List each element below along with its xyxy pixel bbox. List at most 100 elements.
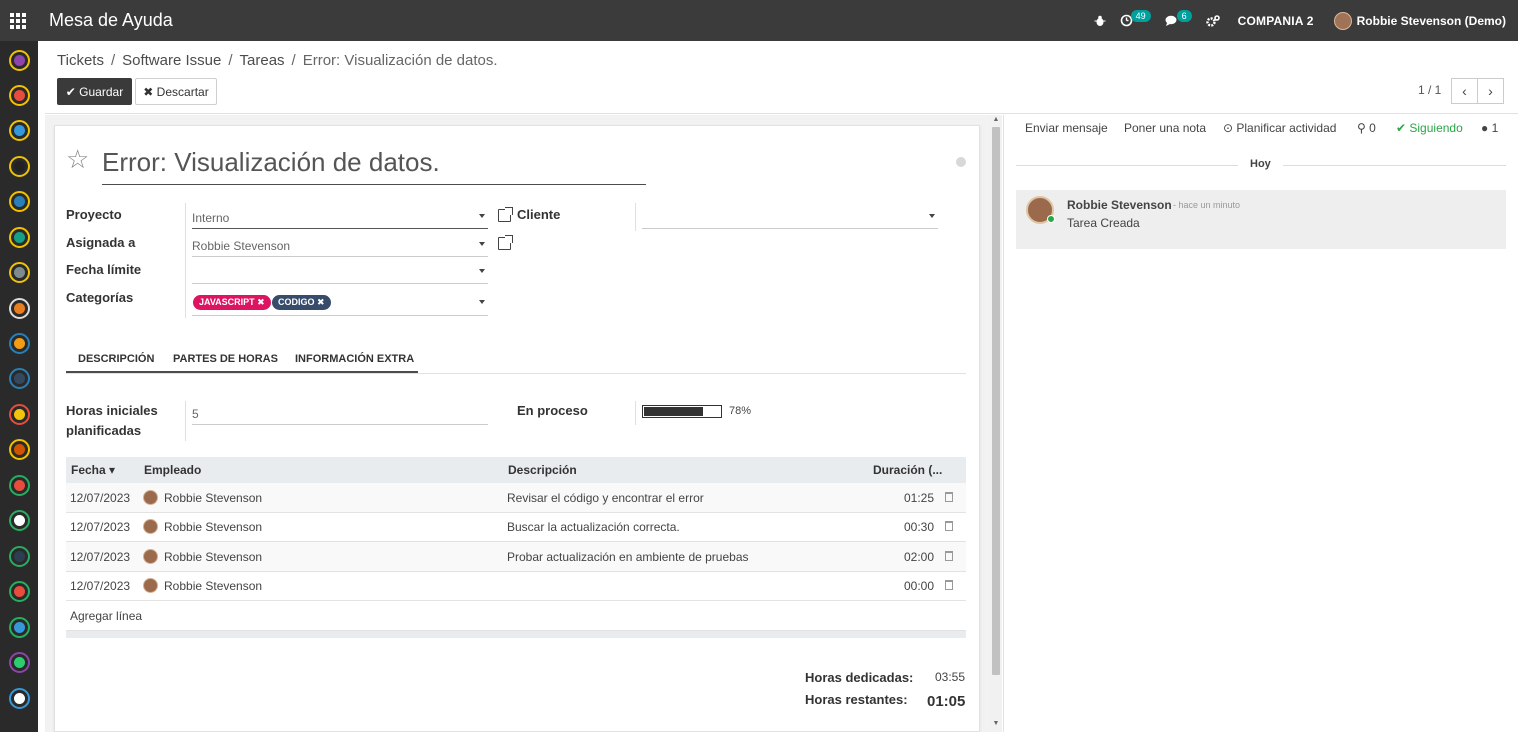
pager-next-button[interactable]: › [1477,78,1504,104]
chevron-down-icon[interactable] [929,214,935,218]
kanban-state-icon[interactable] [956,157,966,167]
chevron-down-icon[interactable] [479,269,485,273]
sidebar-app-icon-10[interactable] [9,368,30,389]
pager-previous-button[interactable]: ‹ [1451,78,1478,104]
log-note-button[interactable]: Poner una nota [1124,121,1206,135]
following-button[interactable]: ✔ Siguiendo [1396,121,1463,135]
label-divider [185,203,186,318]
scroll-down-icon[interactable]: ▼ [990,720,1002,730]
column-description[interactable]: Descripción [508,463,577,477]
client-field[interactable] [642,203,938,229]
company-switcher[interactable]: COMPANIA 2 [1238,14,1314,28]
planned-hours-input[interactable]: 5 [192,399,488,425]
user-icon: ● [1481,121,1489,135]
sidebar-app-icon-2[interactable] [9,85,30,106]
row-employee: Robbie Stevenson [164,550,263,564]
employee-avatar [143,578,158,593]
sidebar-app-icon-19[interactable] [9,688,30,709]
trash-icon[interactable] [945,580,953,590]
planned-hours-value: 5 [192,407,199,421]
breadcrumb-tareas[interactable]: Tareas [240,52,285,69]
attachments-button[interactable]: ⚲ 0 [1357,121,1376,135]
sidebar-app-icon-6[interactable] [9,227,30,248]
external-link-icon[interactable] [498,207,513,222]
trash-icon[interactable] [945,521,953,531]
assigned-field[interactable]: Robbie Stevenson [192,231,488,257]
row-date: 12/07/2023 [70,520,131,534]
table-row[interactable]: 12/07/2023 Robbie Stevenson Buscar la ac… [66,512,966,542]
row-duration: 00:30 [904,520,935,534]
chevron-down-icon[interactable] [479,214,485,218]
row-description: Probar actualización en ambiente de prue… [507,550,749,564]
sidebar-app-icon-1[interactable] [9,50,30,71]
user-menu[interactable]: Robbie Stevenson (Demo) [1333,11,1506,30]
send-message-button[interactable]: Enviar mensaje [1025,121,1108,135]
tab-descripcion[interactable]: DESCRIPCIÓN [78,353,154,365]
label-divider [185,401,186,441]
debug-bug-icon[interactable] [1094,15,1106,27]
notebook-tabs: DESCRIPCIÓN PARTES DE HORAS INFORMACIÓN … [66,347,966,374]
save-button[interactable]: ✔ Guardar [57,78,132,105]
scroll-thumb[interactable] [992,127,1000,675]
tab-informacion-extra[interactable]: INFORMACIÓN EXTRA [295,353,414,365]
table-row[interactable]: 12/07/2023 Robbie Stevenson Revisar el c… [66,483,966,513]
tab-partes-de-horas[interactable]: PARTES DE HORAS [173,353,278,365]
column-duration[interactable]: Duración (... [873,463,942,477]
trash-icon[interactable] [945,551,953,561]
sidebar-app-icon-11[interactable] [9,404,30,425]
column-employee[interactable]: Empleado [144,463,201,477]
chevron-down-icon[interactable] [479,242,485,246]
sidebar-app-icon-17[interactable] [9,617,30,638]
row-duration: 00:00 [904,579,935,593]
table-row[interactable]: 12/07/2023 Robbie Stevenson 00:00 [66,571,966,601]
deadline-field[interactable] [192,258,488,284]
priority-star-icon[interactable]: ☆ [66,146,89,172]
breadcrumb-tickets[interactable]: Tickets [57,52,104,69]
activities-clock-icon[interactable]: 49 [1120,9,1151,27]
trash-icon[interactable] [945,492,953,502]
row-duration: 02:00 [904,550,935,564]
sidebar-app-icon-5[interactable] [9,191,30,212]
settings-gears-icon[interactable] [1205,14,1220,27]
apps-menu-icon[interactable] [0,0,36,41]
assigned-label: Asignada a [66,235,136,250]
employee-avatar [143,490,158,505]
tag-javascript[interactable]: JAVASCRIPT ✖ [193,295,271,310]
row-date: 12/07/2023 [70,491,131,505]
sidebar-app-icon-18[interactable] [9,652,30,673]
project-field[interactable]: Interno [192,203,488,229]
followers-button[interactable]: ● 1 [1481,121,1498,135]
column-date[interactable]: Fecha ▾ [71,463,115,477]
chatter-panel: Enviar mensaje Poner una nota ⊙ Planific… [1003,115,1518,732]
form-scrollbar[interactable]: ▲ ▼ [990,115,1002,732]
pager-value[interactable]: 1 / 1 [1418,83,1441,97]
chevron-down-icon[interactable] [479,300,485,304]
sidebar-app-icon-7[interactable] [9,262,30,283]
sidebar-app-icon-4[interactable] [9,156,30,177]
sidebar-app-icon-9[interactable] [9,333,30,354]
employee-avatar [143,519,158,534]
breadcrumb-software-issue[interactable]: Software Issue [122,52,221,69]
external-link-icon[interactable] [498,235,513,250]
add-line-link[interactable]: Agregar línea [70,609,142,623]
discard-button[interactable]: ✖ Descartar [135,78,217,105]
sidebar-app-icon-8[interactable] [9,298,30,319]
schedule-activity-button[interactable]: ⊙ Planificar actividad [1223,121,1336,135]
messages-chat-icon[interactable]: 6 [1165,9,1192,27]
breadcrumb-separator: / [228,52,233,69]
message-author[interactable]: Robbie Stevenson [1067,198,1172,212]
sidebar-app-icon-13[interactable] [9,475,30,496]
project-label: Proyecto [66,207,122,222]
sidebar-app-icon-12[interactable] [9,439,30,460]
sidebar-app-icon-15[interactable] [9,546,30,567]
breadcrumb-separator: / [291,52,296,69]
table-row[interactable]: 12/07/2023 Robbie Stevenson Probar actua… [66,542,966,572]
sidebar-app-icon-14[interactable] [9,510,30,531]
sidebar-app-icon-3[interactable] [9,120,30,141]
timesheet-footer [66,631,966,638]
progress-label: En proceso [517,403,588,418]
task-title-input[interactable]: Error: Visualización de datos. [102,147,646,185]
sidebar-app-icon-16[interactable] [9,581,30,602]
scroll-up-icon[interactable]: ▲ [990,116,1002,126]
tag-codigo[interactable]: CODIGO ✖ [272,295,331,310]
